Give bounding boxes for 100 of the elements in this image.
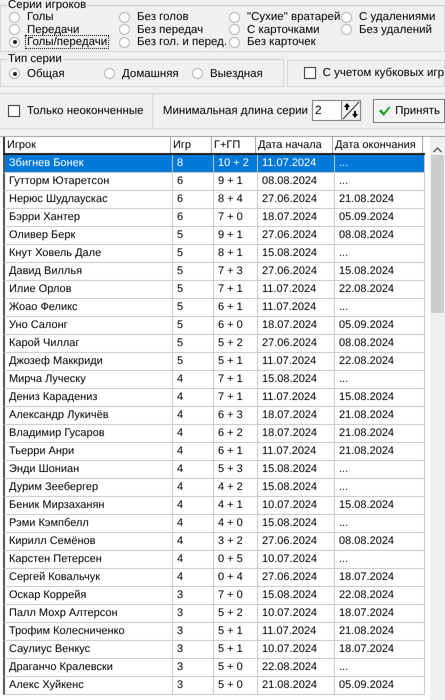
table-cell: 4 — [173, 496, 214, 514]
column-header[interactable]: Игр — [171, 136, 212, 152]
table-cell: 4 — [173, 532, 214, 550]
radio-label[interactable]: С карточками — [246, 24, 321, 36]
table-row[interactable]: Александр Лукичёв 4 6 + 3 18.07.2024 21.08.2024 — [3, 406, 425, 424]
radio-button[interactable] — [104, 68, 115, 79]
table-cell: 7 + 0 — [214, 208, 258, 226]
table-row[interactable]: Палл Мохр Алтерсон 3 5 + 2 10.07.2024 18.07.2024 — [3, 604, 425, 622]
radio-button[interactable] — [9, 24, 20, 36]
table-cell: 08.08.2024 — [335, 226, 425, 244]
table-cell: 8 + 1 — [214, 244, 258, 262]
table-row[interactable]: Дениз Карадениз 4 7 + 1 11.07.2024 15.08.2024 — [3, 388, 425, 406]
table-cell: 10.07.2024 — [258, 496, 335, 514]
table-row[interactable]: Кирилл Семёнов 4 3 + 2 27.06.2024 08.08.2024 — [3, 532, 425, 550]
table-row[interactable]: Мирча Луческу 4 7 + 1 15.08.2024 ... — [3, 370, 425, 388]
table-cell: 15.08.2024 — [258, 244, 335, 262]
table-cell: 21.08.2024 — [335, 406, 425, 424]
table-row[interactable]: Нерюс Шудлаускас 6 8 + 4 27.06.2024 21.08.2024 — [3, 190, 425, 208]
scroll-up-icon[interactable] — [433, 146, 442, 152]
radio-button[interactable] — [119, 24, 130, 36]
table-row[interactable]: Давид Виллья 5 7 + 3 27.06.2024 15.08.2024 — [3, 262, 425, 280]
radio-label[interactable]: Домашняя — [121, 68, 180, 80]
radio-button[interactable] — [229, 12, 240, 23]
checkbox[interactable] — [8, 104, 20, 116]
table-row[interactable]: Трофим Колесниченко 3 5 + 1 11.07.2024 21.08.2024 — [3, 622, 425, 640]
table-cell: ... — [335, 244, 425, 262]
table-cell: 18.07.2024 — [258, 316, 335, 334]
checkmark-icon — [378, 104, 392, 118]
table-cell: Нерюс Шудлаускас — [5, 190, 173, 208]
radio-button[interactable] — [9, 68, 20, 79]
table-row[interactable]: Оскар Коррейя 3 7 + 0 15.08.2024 22.08.2024 — [3, 586, 425, 604]
table-cell: 6 + 1 — [214, 442, 258, 460]
table-cell: 3 — [173, 622, 214, 640]
spin-field[interactable]: 2 — [312, 100, 361, 121]
table-cell: 11.07.2024 — [258, 442, 335, 460]
checkbox[interactable] — [304, 67, 316, 79]
spin-arrows-icon[interactable] — [341, 101, 360, 120]
column-header[interactable]: Дата окончания — [333, 136, 423, 152]
table-cell: 21.08.2024 — [335, 622, 425, 640]
radio-button[interactable] — [192, 68, 203, 79]
radio-label[interactable]: С удалениями — [358, 11, 436, 24]
table-row[interactable]: Кнут Ховель Дале 5 8 + 1 15.08.2024 ... — [3, 244, 425, 262]
table-row[interactable]: Тьерри Анри 4 6 + 1 11.07.2024 21.08.2024 — [3, 442, 425, 460]
table-row[interactable]: Владимир Гусаров 4 6 + 2 18.07.2024 21.08.2024 — [3, 424, 425, 442]
radio-label[interactable]: "Сухие" вратарей — [246, 11, 342, 24]
table-cell: 3 — [173, 604, 214, 622]
table-cell: 10 + 2 — [214, 154, 258, 172]
checkbox-label[interactable]: Только неоконченные — [27, 104, 144, 116]
radio-label[interactable]: Голы — [26, 11, 55, 24]
table-row[interactable]: Алекс Хуйкенс 3 5 + 0 21.08.2024 05.09.2024 — [3, 676, 425, 694]
table-cell: 3 — [173, 658, 214, 676]
radio-label[interactable]: Голы/передачи — [26, 36, 108, 48]
table-cell: ... — [335, 172, 425, 190]
table-row[interactable]: Уно Салонг 5 6 + 0 18.07.2024 05.09.2024 — [3, 316, 425, 334]
table-row[interactable]: Джозеф Маккриди 5 5 + 1 11.07.2024 22.08.2024 — [3, 352, 425, 370]
table-cell: 27.06.2024 — [258, 334, 335, 352]
radio-label[interactable]: Без передач — [136, 24, 204, 36]
scroll-thumb[interactable] — [431, 154, 444, 312]
table-row[interactable]: Илие Орлов 5 7 + 1 11.07.2024 22.08.2024 — [3, 280, 425, 298]
radio-button[interactable] — [9, 12, 20, 23]
table-row[interactable]: Бэрри Хантер 6 7 + 0 18.07.2024 05.09.2024 — [3, 208, 425, 226]
table-row[interactable]: Сергей Ковальчук 4 0 + 4 27.06.2024 18.07.2024 — [3, 568, 425, 586]
apply-button[interactable]: Принять — [373, 98, 445, 122]
table-row[interactable]: Беник Мирзаханян 4 4 + 1 10.07.2024 15.08.2024 — [3, 496, 425, 514]
table-row[interactable]: Карстен Петерсен 4 0 + 5 10.07.2024 ... — [3, 550, 425, 568]
radio-label[interactable]: Выездная — [209, 68, 264, 80]
radio-button[interactable] — [119, 36, 130, 48]
table-row[interactable]: Оливер Берк 5 9 + 1 27.06.2024 08.08.2024 — [3, 226, 425, 244]
table-cell: 3 — [173, 676, 214, 694]
radio-button[interactable] — [341, 12, 352, 23]
column-header[interactable]: Г+ГП — [212, 136, 256, 152]
radio-button[interactable] — [341, 24, 352, 36]
table-row[interactable]: Рэми Кэмпбелл 4 4 + 0 15.08.2024 ... — [3, 514, 425, 532]
table-cell: 05.09.2024 — [335, 208, 425, 226]
table-cell: Палл Мохр Алтерсон — [5, 604, 173, 622]
radio-button[interactable] — [229, 24, 240, 36]
table-cell: 7 + 3 — [214, 262, 258, 280]
radio-button[interactable] — [9, 36, 20, 48]
scrollbar[interactable] — [430, 136, 445, 700]
table-row[interactable]: Энди Шониан 4 5 + 3 15.08.2024 ... — [3, 460, 425, 478]
table-row[interactable]: Збигнев Бонек 8 10 + 2 11.07.2024 ... — [3, 154, 425, 172]
radio-label[interactable]: Общая — [26, 68, 66, 80]
table-row[interactable]: Гутторм Ютаретсон 6 9 + 1 08.08.2024 ... — [3, 172, 425, 190]
table-row[interactable]: Карой Чиллаг 5 5 + 2 27.06.2024 08.08.2024 — [3, 334, 425, 352]
radio-button[interactable] — [229, 36, 240, 48]
radio-label[interactable]: Без удалений — [358, 24, 433, 36]
table-row[interactable]: Саулиус Венкус 3 5 + 1 10.07.2024 18.07.2024 — [3, 640, 425, 658]
table-cell: 21.08.2024 — [335, 442, 425, 460]
column-header[interactable]: Дата начала — [256, 136, 333, 152]
radio-label[interactable]: Передачи — [26, 24, 80, 36]
radio-label[interactable]: Без гол. и перед. — [136, 36, 228, 48]
column-header[interactable]: Игрок — [3, 136, 171, 152]
table-row[interactable]: Драганчо Кралевски 3 5 + 0 22.08.2024 ... — [3, 658, 425, 676]
table-row[interactable]: Дурим Зеебергер 4 4 + 2 15.08.2024 ... — [3, 478, 425, 496]
table-cell: Драганчо Кралевски — [5, 658, 173, 676]
table-cell: Илие Орлов — [5, 280, 173, 298]
radio-label[interactable]: Без голов — [136, 11, 190, 24]
radio-button[interactable] — [119, 12, 130, 23]
radio-label[interactable]: Без карточек — [246, 36, 317, 48]
table-row[interactable]: Жоао Феликс 5 6 + 1 11.07.2024 ... — [3, 298, 425, 316]
